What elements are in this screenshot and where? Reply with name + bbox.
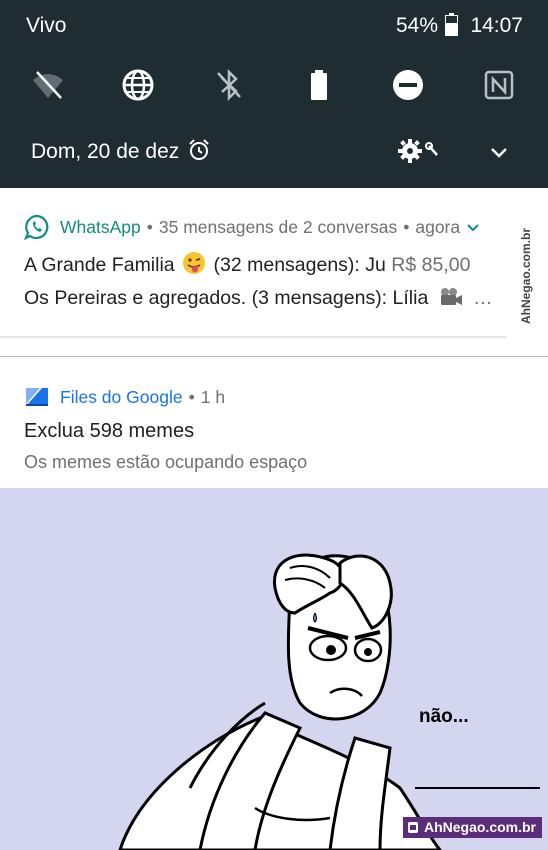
watermark-badge: AhNegao.com.br [402,817,542,838]
notification-time: agora [415,216,461,237]
notification-header: WhatsApp • 35 mensagens de 2 conversas •… [24,214,480,240]
bluetooth-off-icon[interactable] [206,62,252,108]
notification-title: Exclua 598 memes [24,420,195,442]
files-app-icon [26,388,48,406]
status-bar: Vivo 54% 14:07 [0,0,548,50]
ellipsis: … [473,287,493,309]
battery-percent: 54% [395,14,438,37]
whatsapp-icon [24,214,49,240]
notification-summary: 35 mensagens de 2 conversas [158,216,398,237]
date-label: Dom, 20 de dez [31,140,180,163]
settings-icon[interactable] [397,137,443,165]
message-tail: R$ 85,00 [391,254,471,276]
nfc-icon[interactable] [476,62,522,108]
video-camera-icon [440,288,462,305]
watermark-logo-icon [407,822,418,833]
whatsapp-notification[interactable]: WhatsApp • 35 mensagens de 2 conversas •… [0,188,520,336]
notification-header: Files do Google • 1 h [24,384,225,410]
meme-image: não... AhNegao.com.br [0,488,548,850]
quick-settings-panel: Vivo 54% 14:07 Dom, 20 de dez [0,0,548,188]
message-preview: Os Pereiras e agregados. (3 mensagens): … [24,287,429,309]
message-line-2: Os Pereiras e agregados. (3 mensagens): … [24,287,493,310]
message-preview: (32 mensagens): Ju [213,254,386,276]
chevron-down-icon[interactable] [488,141,510,163]
expand-chevron-icon[interactable] [466,220,480,234]
alarm-clock-icon[interactable] [187,138,211,162]
wifi-off-icon[interactable] [25,62,71,108]
battery-icon [445,13,458,36]
notification-time: 1 h [200,386,226,407]
notification-body: Os memes estão ocupando espaço [24,452,308,472]
conversation-name: A Grande Familia [24,254,175,276]
date-row: Dom, 20 de dez [0,136,548,172]
status-clock: 14:07 [470,14,523,37]
do-not-disturb-icon[interactable] [385,62,431,108]
stressed-man-illustration [118,553,540,850]
files-notification[interactable]: Files do Google • 1 h Exclua 598 memes O… [0,372,548,488]
notification-divider [0,356,548,357]
side-watermark: AhNegao.com.br [506,188,548,358]
globe-icon[interactable] [115,62,161,108]
meme-caption: não... [419,706,469,727]
quick-tiles-row [0,62,548,108]
app-name: Files do Google [60,386,183,407]
carrier-name: Vivo [26,14,67,37]
watermark-text: AhNegao.com.br [423,819,536,835]
message-line-1: A Grande Familia (32 mensagens): Ju R$ 8… [24,251,470,277]
app-name: WhatsApp [60,216,141,237]
tongue-emoji-icon [183,252,206,274]
side-watermark-text: AhNegao.com.br [519,227,533,325]
battery-saver-icon[interactable] [296,62,342,108]
